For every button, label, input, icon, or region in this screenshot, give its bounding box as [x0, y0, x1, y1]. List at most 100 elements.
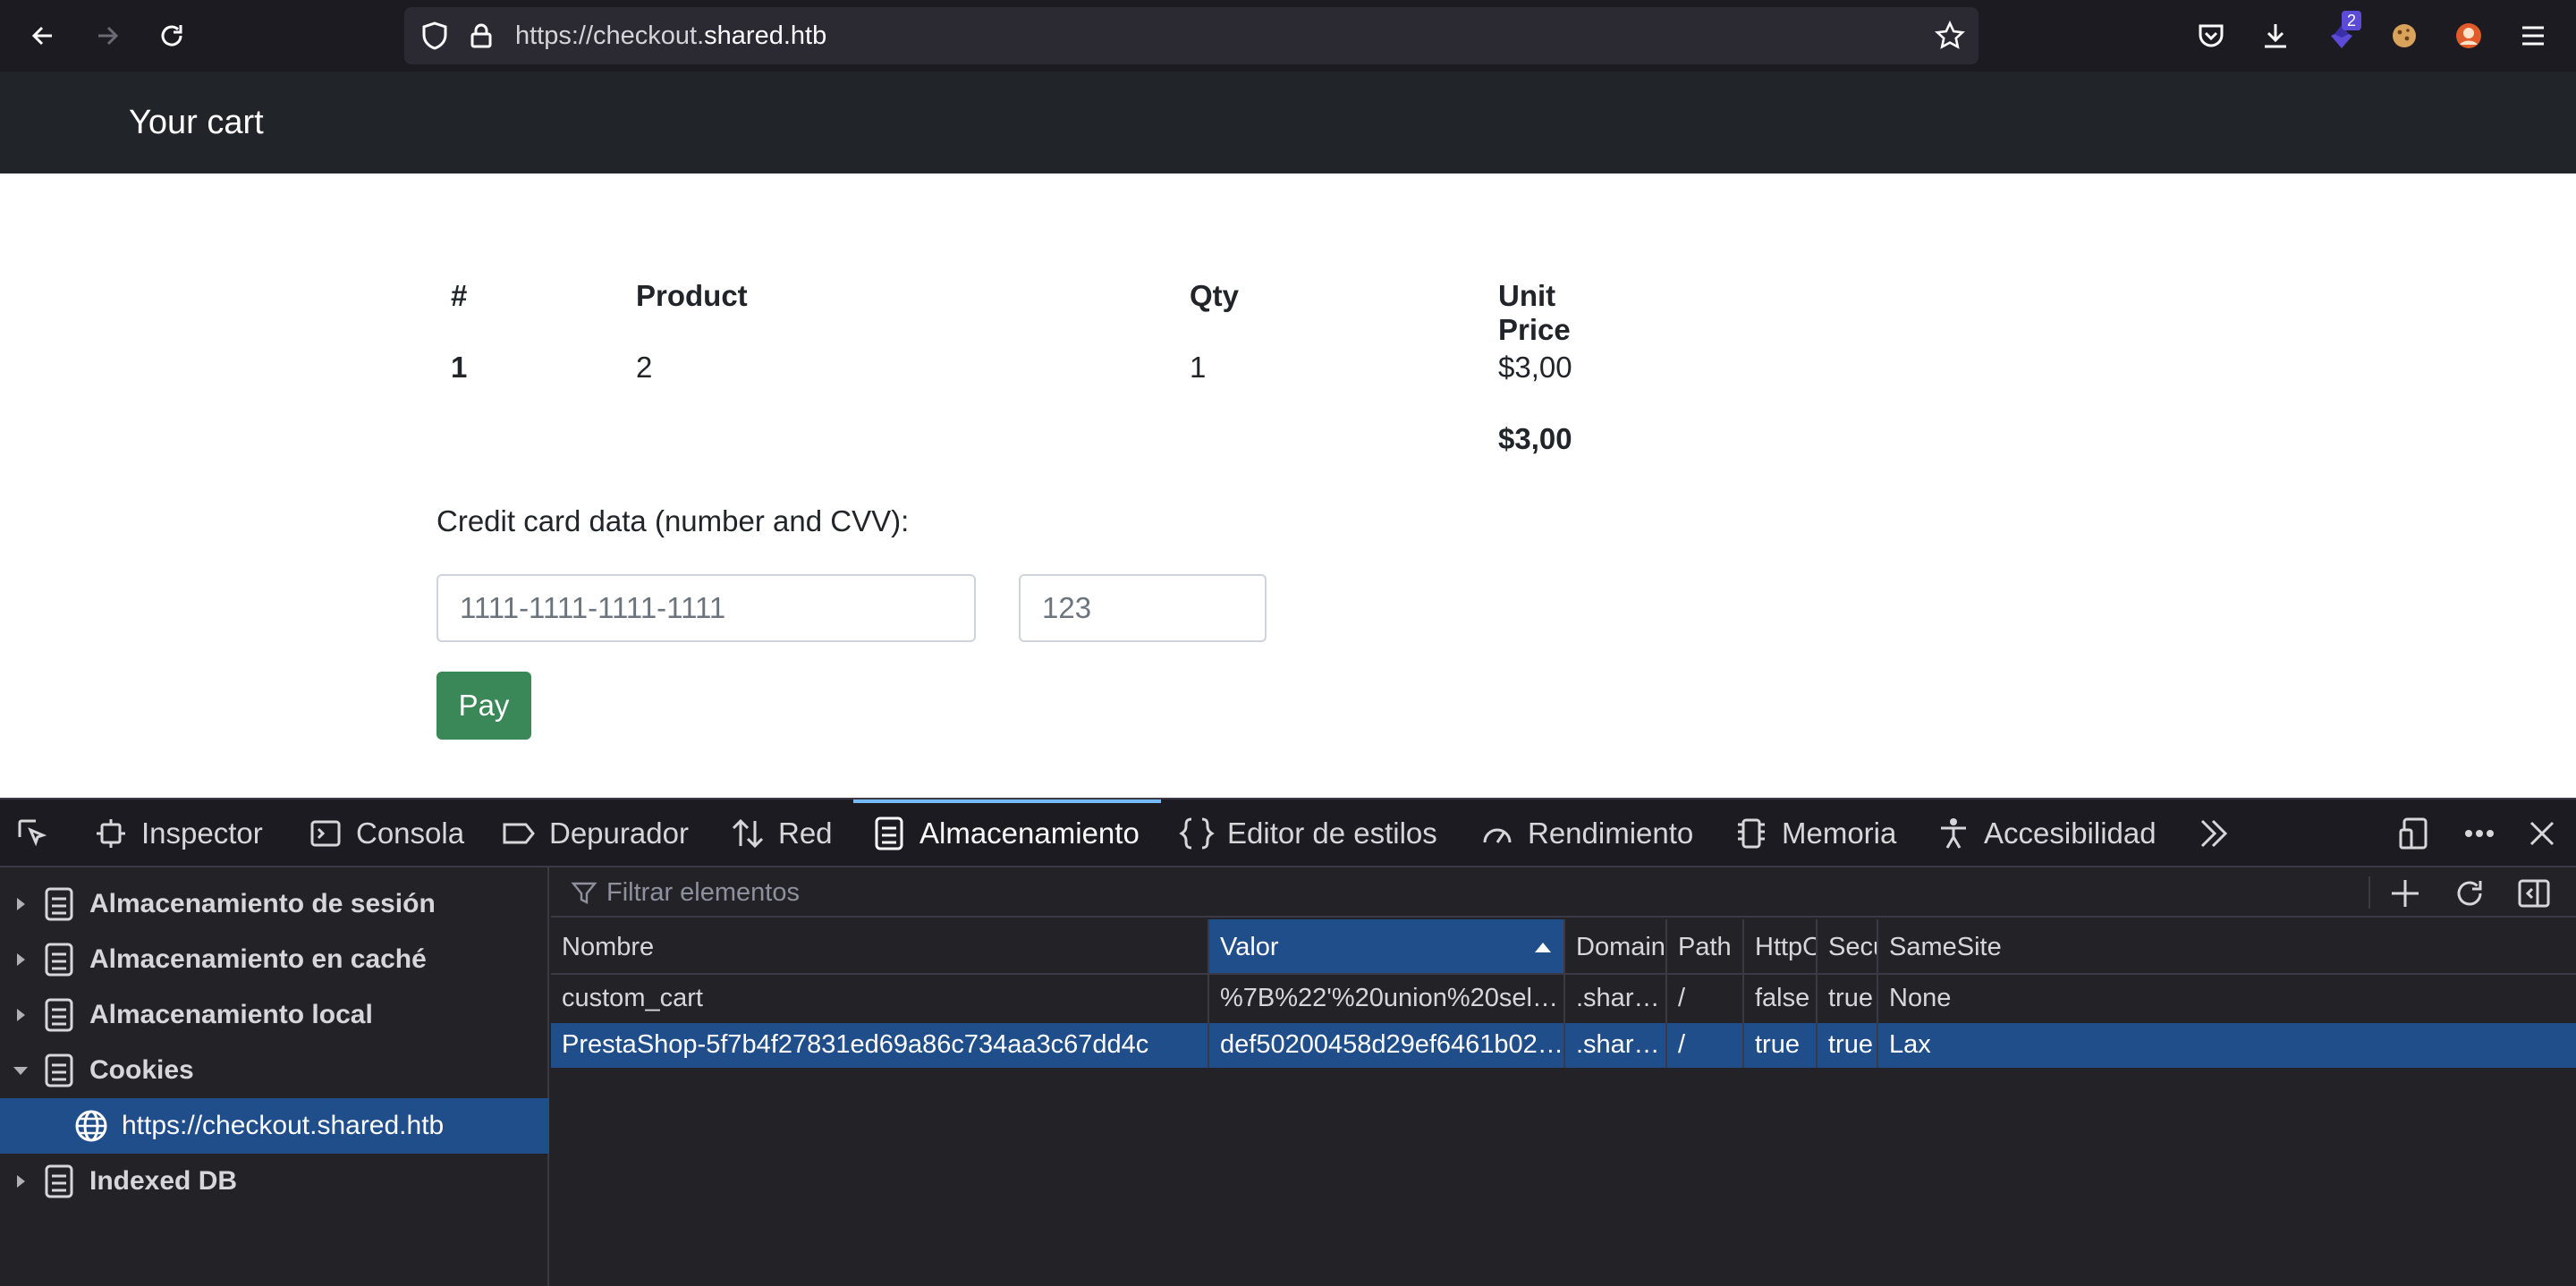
tab-console[interactable]: Consola [308, 800, 464, 867]
tree-item-local-storage[interactable]: Almacenamiento local [0, 987, 549, 1043]
tree-item-checkout-origin[interactable]: https://checkout.shared.htb [0, 1098, 549, 1154]
column-header-unit-price: Unit Price [1498, 279, 1571, 346]
cookie-icon [2393, 24, 2416, 47]
cvv-field[interactable] [1019, 574, 1267, 642]
cvv-input[interactable] [1021, 576, 1265, 640]
avatar-extension-icon [2456, 23, 2481, 48]
pay-button[interactable]: Pay [436, 672, 531, 740]
sort-ascending-icon [1535, 943, 1551, 952]
refresh-icon [2457, 881, 2482, 906]
storage-item-icon [45, 1053, 73, 1087]
filter-bar[interactable]: Filtrar elementos [551, 867, 2576, 918]
tab-debugger[interactable]: Depurador [501, 800, 689, 867]
close-devtools-button[interactable] [2524, 800, 2560, 867]
tree-item-session-storage[interactable]: Almacenamiento de sesión [0, 876, 549, 932]
menu-button[interactable] [2515, 18, 2551, 54]
cookie-path-cell[interactable]: / [1667, 975, 1744, 1021]
cookie-secure-cell[interactable]: true [1818, 1021, 1878, 1068]
tab-performance[interactable]: Rendimiento [1479, 800, 1693, 867]
url-prefix: https://checkout. [515, 21, 705, 50]
extension-button[interactable]: 2 [2324, 11, 2362, 54]
responsive-design-button[interactable] [2397, 800, 2433, 867]
row-product: 2 [636, 351, 653, 384]
tree-item-cache-storage[interactable]: Almacenamiento en caché [0, 932, 549, 987]
cookie-name-cell[interactable]: custom_cart [551, 975, 1209, 1021]
cookie-samesite-cell[interactable]: None [1878, 975, 2576, 1021]
expand-arrow-icon[interactable] [13, 952, 29, 968]
card-number-field[interactable] [436, 574, 976, 642]
tab-storage[interactable]: Almacenamiento [871, 800, 1140, 867]
collapse-arrow-icon[interactable] [13, 1062, 29, 1079]
element-picker-button[interactable] [14, 800, 50, 867]
debugger-icon [501, 816, 537, 851]
cookie-httponly-cell[interactable]: true [1744, 1021, 1818, 1068]
column-header-httponly[interactable]: HttpOnly [1744, 919, 1818, 975]
column-header-index: # [451, 279, 468, 312]
column-header-value-label: Valor [1220, 933, 1279, 961]
tab-style-editor[interactable]: Editor de estilos [1179, 800, 1437, 867]
cart-total: $3,00 [1498, 422, 1572, 455]
expand-arrow-icon[interactable] [13, 1173, 29, 1189]
tab-style-editor-label: Editor de estilos [1227, 816, 1437, 850]
toggle-sidebar-button[interactable] [2515, 875, 2553, 912]
reload-icon [161, 25, 182, 47]
cookie-value-cell[interactable]: %7B%22'%20union%20select%201%2C2%2C3--… [1209, 975, 1565, 1021]
add-item-button[interactable] [2386, 875, 2424, 912]
cookie-domain-cell[interactable]: .shared.htb [1565, 975, 1667, 1021]
lock-icon[interactable] [465, 20, 497, 52]
pocket-button[interactable] [2193, 18, 2229, 54]
cookie-samesite-cell[interactable]: Lax [1878, 1021, 2576, 1068]
expand-arrow-icon[interactable] [13, 1007, 29, 1023]
column-header-name[interactable]: Nombre [551, 919, 1209, 975]
cookie-name-cell[interactable]: PrestaShop-5f7b4f27831ed69a86c734aa3c67d… [551, 1021, 1209, 1068]
cookie-httponly-cell[interactable]: false [1744, 975, 1818, 1021]
cookie-extension-button[interactable] [2386, 18, 2422, 54]
storage-item-icon [45, 998, 73, 1032]
pocket-icon [2199, 24, 2224, 47]
filter-icon [571, 882, 597, 904]
plus-icon [2392, 880, 2419, 907]
refresh-items-button[interactable] [2451, 875, 2488, 912]
row-index: 1 [451, 351, 468, 384]
forward-button[interactable] [89, 18, 125, 54]
filter-placeholder[interactable]: Filtrar elementos [606, 867, 800, 918]
tab-inspector-label: Inspector [141, 816, 263, 850]
row-unit-price: $3,00 [1498, 351, 1572, 384]
storage-icon [871, 816, 907, 851]
tab-network[interactable]: Red [730, 800, 833, 867]
column-header-samesite[interactable]: SameSite [1878, 919, 2576, 975]
cookie-domain-cell[interactable]: .shared.htb [1565, 1021, 1667, 1068]
tab-inspector[interactable]: Inspector [93, 800, 263, 867]
bookmark-star-icon[interactable] [1934, 20, 1966, 52]
column-header-value[interactable]: Valor [1209, 919, 1565, 975]
url-text[interactable]: https://checkout.shared.htb [515, 7, 826, 64]
back-arrow-icon [31, 26, 52, 46]
cookie-path-cell[interactable]: / [1667, 1021, 1744, 1068]
column-header-secure[interactable]: Secure [1818, 919, 1878, 975]
url-bar[interactable]: https://checkout.shared.htb [404, 7, 1979, 64]
card-number-input[interactable] [438, 576, 974, 640]
devtools-options-button[interactable] [2462, 800, 2497, 867]
cookie-secure-cell[interactable]: true [1818, 975, 1878, 1021]
column-header-domain[interactable]: Domain [1565, 919, 1667, 975]
hamburger-menu-icon [2522, 26, 2544, 46]
storage-item-icon [45, 887, 73, 921]
column-header-path[interactable]: Path [1667, 919, 1744, 975]
tree-item-label: Indexed DB [89, 1166, 238, 1196]
reload-button[interactable] [154, 18, 190, 54]
storage-item-icon [45, 1164, 73, 1198]
shield-icon[interactable] [419, 20, 451, 52]
responsive-design-icon [2397, 816, 2433, 851]
tab-accessibility[interactable]: Accesibilidad [1936, 800, 2157, 867]
downloads-button[interactable] [2258, 18, 2293, 54]
close-icon [2524, 816, 2560, 851]
more-tools-button[interactable] [2195, 800, 2231, 867]
back-button[interactable] [25, 18, 61, 54]
expand-arrow-icon[interactable] [13, 896, 29, 912]
cookie-value-cell[interactable]: def50200458d29ef6461b029be1ca997a42fcd12… [1209, 1021, 1565, 1068]
profile-extension-button[interactable] [2451, 18, 2487, 54]
tree-item-cookies[interactable]: Cookies [0, 1043, 549, 1098]
tree-item-indexed-db[interactable]: Indexed DB [0, 1154, 549, 1209]
chevron-double-right-icon [2195, 816, 2231, 851]
tab-memory[interactable]: Memoria [1733, 800, 1896, 867]
